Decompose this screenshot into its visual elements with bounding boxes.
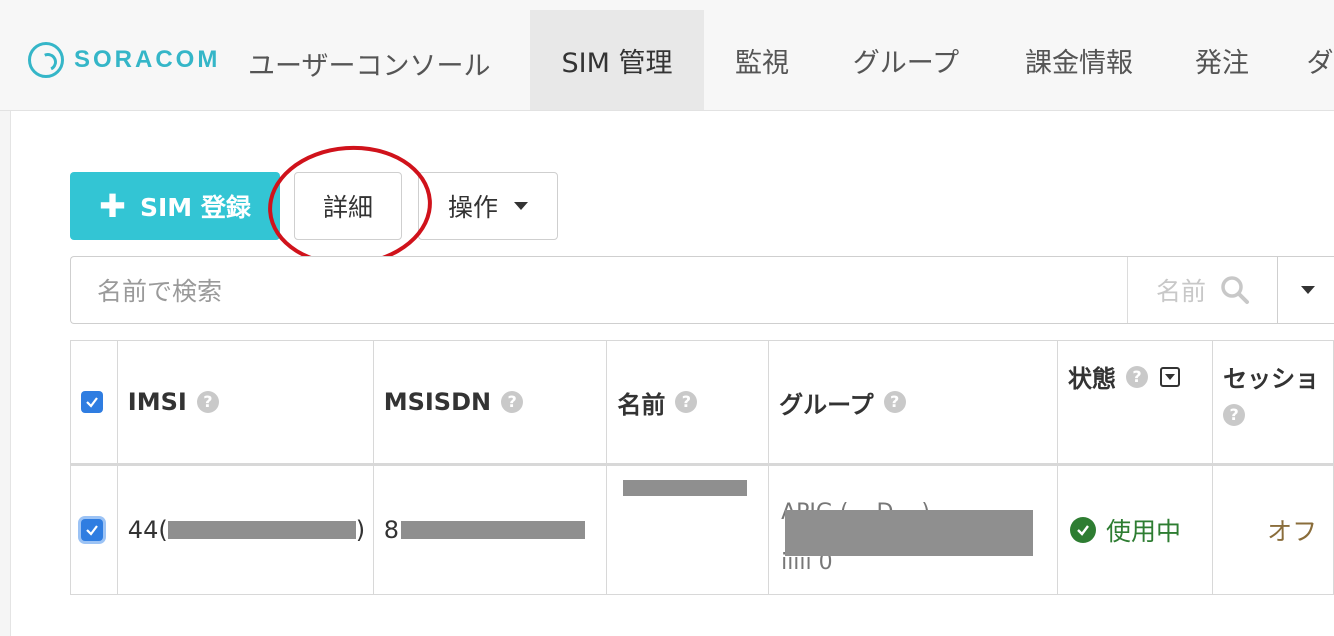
- redaction-bar: [167, 521, 356, 539]
- tab-label: ダ: [1306, 47, 1334, 79]
- status-active: 使用中: [1058, 512, 1212, 548]
- search-key-text: 名前: [1155, 277, 1206, 306]
- tab-dashboard-partial[interactable]: ダ: [1280, 10, 1334, 110]
- tab-label: グループ: [852, 47, 960, 79]
- group-header-label: グループ: [779, 390, 874, 419]
- session-header-label: セッショ: [1223, 365, 1320, 393]
- caret-down-icon: [1301, 286, 1315, 294]
- check-icon: [86, 525, 98, 536]
- msisdn-cell[interactable]: 8: [372, 464, 608, 595]
- status-header[interactable]: 状態?: [1056, 340, 1214, 465]
- redaction-bar: [785, 510, 1034, 556]
- search-key-dropdown[interactable]: [1277, 257, 1334, 323]
- status-header-label: 状態: [1067, 365, 1116, 393]
- name-header[interactable]: 名前?: [606, 340, 770, 465]
- redaction-bar: [623, 480, 748, 496]
- status-cell: 使用中: [1056, 464, 1214, 595]
- status-label: 使用中: [1105, 517, 1181, 546]
- select-all-header: [70, 340, 118, 465]
- session-status: オフ: [1267, 517, 1318, 546]
- msisdn-header-label: MSISDN: [383, 388, 492, 416]
- table-row[interactable]: 44() 8 APIG (... D... )- iiiii 0: [70, 464, 1334, 595]
- imsi-prefix: 44(: [127, 516, 168, 544]
- tab-orders[interactable]: 発注: [1166, 10, 1278, 110]
- tab-groups[interactable]: グループ: [820, 10, 992, 110]
- help-icon[interactable]: ?: [1125, 365, 1148, 388]
- search-key-label[interactable]: 名前: [1127, 257, 1278, 323]
- select-all-checkbox[interactable]: [81, 391, 103, 413]
- imsi-suffix: ): [355, 516, 366, 544]
- tab-sim-management[interactable]: SIM 管理: [530, 10, 704, 110]
- msisdn-header[interactable]: MSISDN?: [372, 340, 608, 465]
- help-icon[interactable]: ?: [1223, 404, 1246, 426]
- row-select-cell: [70, 464, 118, 595]
- search-icon: [1221, 276, 1249, 304]
- check-circle-icon: [1069, 517, 1096, 543]
- soracom-logo[interactable]: SORACOM: [28, 40, 220, 80]
- imsi-header[interactable]: IMSI?: [116, 340, 374, 465]
- session-cell: オフ: [1212, 464, 1334, 595]
- name-header-label: 名前: [617, 390, 666, 419]
- caret-down-icon: [514, 202, 528, 210]
- imsi-cell[interactable]: 44(): [116, 464, 374, 595]
- tab-monitoring[interactable]: 監視: [706, 10, 818, 110]
- check-icon: [86, 397, 98, 408]
- row-checkbox[interactable]: [81, 519, 103, 541]
- tab-billing[interactable]: 課金情報: [994, 10, 1164, 110]
- redaction-bar: [400, 521, 585, 539]
- tab-label: 発注: [1195, 47, 1249, 79]
- filter-dropdown-icon[interactable]: [1159, 366, 1180, 387]
- group-header[interactable]: グループ?: [768, 340, 1058, 465]
- operations-dropdown-button[interactable]: 操作: [418, 172, 558, 240]
- help-icon[interactable]: ?: [196, 391, 219, 413]
- name-cell[interactable]: [606, 464, 770, 595]
- tab-label: SIM 管理: [561, 47, 673, 79]
- imsi-header-label: IMSI: [127, 388, 187, 416]
- search-input[interactable]: [71, 257, 1155, 325]
- group-cell[interactable]: APIG (... D... )- iiiii 0: [768, 464, 1058, 595]
- help-icon[interactable]: ?: [675, 391, 698, 413]
- top-navigation: SORACOM ユーザーコンソール SIM 管理 監視 グループ 課金情報 発注…: [0, 0, 1334, 111]
- search-bar: 名前: [70, 256, 1334, 325]
- console-title: ユーザーコンソール: [248, 51, 491, 82]
- plus-icon: ✚: [99, 187, 126, 225]
- soracom-logo-icon: [28, 42, 64, 78]
- help-icon[interactable]: ?: [883, 391, 906, 413]
- msisdn-prefix: 8: [383, 516, 399, 544]
- session-header[interactable]: セッショ ?: [1212, 340, 1334, 465]
- logo-text: SORACOM: [74, 46, 221, 73]
- help-icon[interactable]: ?: [501, 391, 524, 413]
- sim-table: IMSI? MSISDN? 名前? グループ? 状態? セッショ ? 44()…: [70, 340, 1334, 595]
- register-sim-label: SIM 登録: [139, 193, 251, 222]
- register-sim-button[interactable]: ✚ SIM 登録: [70, 172, 280, 240]
- tab-label: 監視: [735, 47, 789, 79]
- operations-label: 操作: [447, 193, 498, 222]
- tab-label: 課金情報: [1025, 47, 1133, 79]
- group-cell-content: APIG (... D... )- iiiii 0: [769, 470, 1057, 590]
